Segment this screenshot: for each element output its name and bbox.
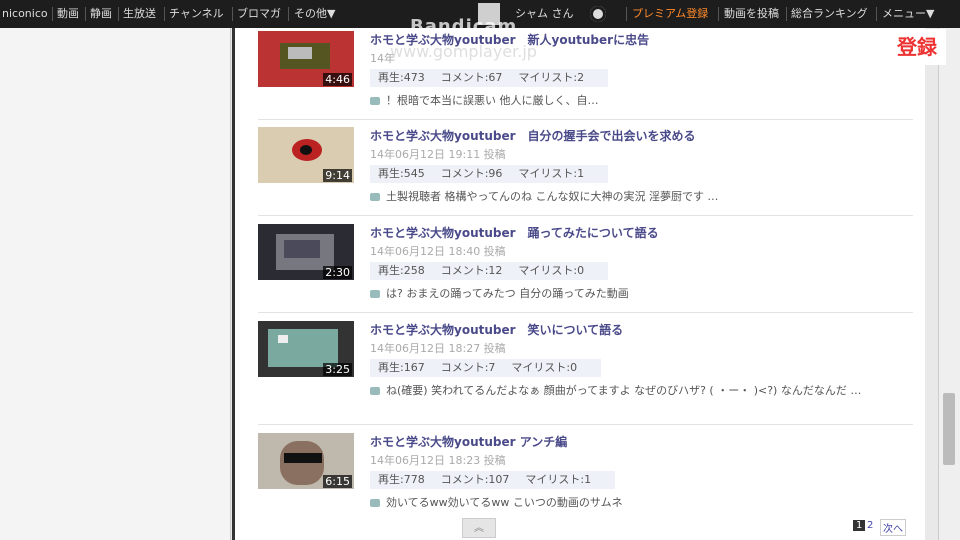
next-page-button[interactable]: 次へ — [880, 519, 906, 536]
comment-icon — [370, 97, 380, 105]
video-stats: 再生:258 コメント:12 マイリスト:0 — [370, 262, 609, 280]
view-count: 再生:545 — [378, 167, 425, 180]
video-post-date: 14年06月12日 18:27 投稿 — [370, 342, 506, 355]
player-watermark: www.gomplayer.jp — [390, 42, 537, 61]
video-title[interactable]: ホモと学ぶ大物youtuber 踊ってみたについて語る — [370, 224, 659, 241]
comment-text: ！根暗で本当に誤悪い 他人に厳しく、自… — [386, 94, 599, 107]
latest-comments: 土製視聴者 格構やってんのね こんな奴に大神の実況 淫夢厨です … — [370, 189, 900, 205]
nav-divider — [626, 7, 627, 21]
comment-text: ね(確要) 笑われてるんだよなぁ 顔曲がってますよ なぜのびハザ? ( ・ー・ … — [386, 384, 862, 397]
nav-divider — [232, 7, 233, 21]
register-badge[interactable]: 登録 — [888, 29, 946, 65]
nav-item-channel[interactable]: チャンネル — [169, 0, 224, 28]
video-title[interactable]: ホモと学ぶ大物youtuber 自分の握手会で出会いを求める — [370, 127, 696, 144]
comment-icon — [370, 193, 380, 201]
video-stats: 再生:473 コメント:67 マイリスト:2 — [370, 69, 609, 87]
comment-count: コメント:12 — [440, 264, 503, 277]
view-count: 再生:778 — [378, 473, 425, 486]
page-2-button[interactable]: 2 — [867, 520, 873, 531]
video-stats: 再生:545 コメント:96 マイリスト:1 — [370, 165, 609, 183]
mylist-count: マイリスト:0 — [511, 361, 578, 374]
latest-comments: ね(確要) 笑われてるんだよなぁ 顔曲がってますよ なぜのびハザ? ( ・ー・ … — [370, 383, 900, 399]
item-divider — [258, 424, 913, 425]
video-duration: 9:14 — [323, 169, 352, 182]
nav-item-blomaga[interactable]: ブロマガ — [237, 0, 281, 28]
ranking-link[interactable]: 総合ランキング — [791, 0, 868, 28]
mylist-count: マイリスト:2 — [518, 71, 585, 84]
comment-icon — [370, 499, 380, 507]
comment-count: コメント:107 — [440, 473, 510, 486]
video-stats: 再生:167 コメント:7 マイリスト:0 — [370, 359, 602, 377]
comment-count: コメント:67 — [440, 71, 503, 84]
mylist-count: マイリスト:1 — [518, 167, 585, 180]
scrollbar-thumb[interactable] — [943, 393, 955, 465]
upload-video-link[interactable]: 動画を投稿 — [724, 0, 779, 28]
nav-item-seiga[interactable]: 静画 — [90, 0, 112, 28]
item-divider — [258, 119, 913, 120]
video-post-date: 14年06月12日 18:23 投稿 — [370, 454, 506, 467]
video-title[interactable]: ホモと学ぶ大物youtuber アンチ編 — [370, 433, 567, 450]
mylist-count: マイリスト:1 — [525, 473, 592, 486]
scroll-top-button[interactable]: ︽ — [462, 518, 496, 538]
nav-divider — [118, 7, 119, 21]
video-item: 3:25 ホモと学ぶ大物youtuber 笑いについて語る 14年06月12日 … — [258, 321, 918, 411]
video-duration: 4:46 — [323, 73, 352, 86]
view-count: 再生:167 — [378, 361, 425, 374]
nav-divider — [85, 7, 86, 21]
video-thumbnail[interactable]: 4:46 — [258, 31, 354, 87]
video-thumbnail[interactable]: 6:15 — [258, 433, 354, 489]
video-thumbnail[interactable]: 3:25 — [258, 321, 354, 377]
nav-divider — [288, 7, 289, 21]
view-count: 再生:473 — [378, 71, 425, 84]
video-item: 2:30 ホモと学ぶ大物youtuber 踊ってみたについて語る 14年06月1… — [258, 224, 918, 304]
video-duration: 6:15 — [323, 475, 352, 488]
nav-item-more[interactable]: その他▼ — [294, 0, 335, 28]
video-duration: 2:30 — [323, 266, 352, 279]
user-name[interactable]: シャム さん — [515, 0, 574, 28]
page-1-button[interactable]: 1 — [853, 520, 866, 531]
item-divider — [258, 312, 913, 313]
niconico-logo[interactable]: niconico — [2, 0, 48, 28]
premium-register-link[interactable]: プレミアム登録 — [632, 0, 708, 28]
nav-divider — [786, 7, 787, 21]
menu-dropdown[interactable]: メニュー▼ — [882, 0, 934, 28]
nav-item-live[interactable]: 生放送 — [123, 0, 156, 28]
video-post-date: 14年06月12日 19:11 投稿 — [370, 148, 506, 161]
nav-item-douga[interactable]: 動画 — [57, 0, 79, 28]
comment-icon — [370, 290, 380, 298]
item-divider — [258, 215, 913, 216]
video-thumbnail[interactable]: 9:14 — [258, 127, 354, 183]
nav-divider — [52, 7, 53, 21]
comment-count: コメント:96 — [440, 167, 503, 180]
video-item: 6:15 ホモと学ぶ大物youtuber アンチ編 14年06月12日 18:2… — [258, 433, 918, 513]
comment-count: コメント:7 — [440, 361, 496, 374]
latest-comments: は? おまえの踊ってみたつ 自分の踊ってみた動画 — [370, 286, 900, 302]
left-panel — [0, 28, 231, 540]
video-item: 9:14 ホモと学ぶ大物youtuber 自分の握手会で出会いを求める 14年0… — [258, 127, 918, 207]
video-title[interactable]: ホモと学ぶ大物youtuber 笑いについて語る — [370, 321, 623, 338]
video-thumbnail[interactable]: 2:30 — [258, 224, 354, 280]
latest-comments: ！根暗で本当に誤悪い 他人に厳しく、自… — [370, 93, 900, 109]
vertical-scrollbar[interactable] — [938, 28, 960, 540]
comment-icon — [370, 387, 380, 395]
video-item: 4:46 ホモと学ぶ大物youtuber 新人youtuberに忠告 14年 再… — [258, 31, 918, 111]
nav-divider — [718, 7, 719, 21]
comment-text: は? おまえの踊ってみたつ 自分の踊ってみた動画 — [386, 287, 629, 300]
nav-divider — [164, 7, 165, 21]
latest-comments: 効いてるww効いてるww こいつの動画のサムネ — [370, 495, 900, 511]
comment-text: 効いてるww効いてるww こいつの動画のサムネ — [386, 496, 623, 509]
comment-text: 土製視聴者 格構やってんのね こんな奴に大神の実況 淫夢厨です … — [386, 190, 719, 203]
mylist-count: マイリスト:0 — [518, 264, 585, 277]
video-stats: 再生:778 コメント:107 マイリスト:1 — [370, 471, 616, 489]
recording-watermark: Bandicam — [410, 16, 518, 37]
nav-divider — [876, 7, 877, 21]
view-count: 再生:258 — [378, 264, 425, 277]
point-icon[interactable] — [590, 6, 606, 22]
video-duration: 3:25 — [323, 363, 352, 376]
video-post-date: 14年06月12日 18:40 投稿 — [370, 245, 506, 258]
